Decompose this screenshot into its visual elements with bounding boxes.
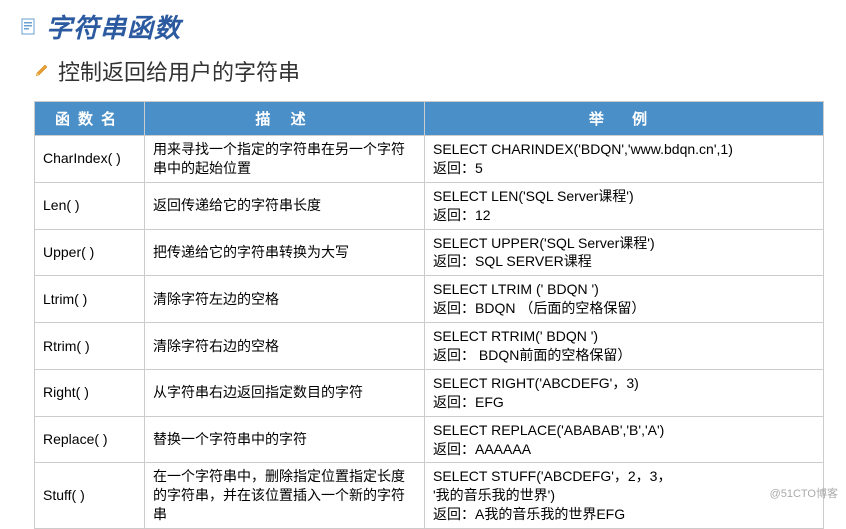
- fn-desc: 从字符串右边返回指定数目的字符: [145, 369, 425, 416]
- table-row: Upper( ) 把传递给它的字符串转换为大写 SELECT UPPER('SQ…: [35, 229, 824, 276]
- table-row: Stuff( ) 在一个字符串中，删除指定位置指定长度的字符串，并在该位置插入一…: [35, 463, 824, 529]
- header-desc: 描 述: [145, 102, 425, 136]
- fn-example: SELECT STUFF('ABCDEFG'，2，3， '我的音乐我的世界') …: [425, 463, 824, 529]
- header-name: 函数名: [35, 102, 145, 136]
- fn-example: SELECT CHARINDEX('BDQN','www.bdqn.cn',1)…: [425, 136, 824, 183]
- table-row: Right( ) 从字符串右边返回指定数目的字符 SELECT RIGHT('A…: [35, 369, 824, 416]
- fn-name: Right( ): [35, 369, 145, 416]
- fn-example: SELECT REPLACE('ABABAB','B','A') 返回：AAAA…: [425, 416, 824, 463]
- fn-name: Replace( ): [35, 416, 145, 463]
- fn-desc: 在一个字符串中，删除指定位置指定长度的字符串，并在该位置插入一个新的字符串: [145, 463, 425, 529]
- document-icon: [20, 18, 38, 36]
- title-row: 字符串函数: [20, 8, 826, 45]
- table-row: Replace( ) 替换一个字符串中的字符 SELECT REPLACE('A…: [35, 416, 824, 463]
- fn-desc: 用来寻找一个指定的字符串在另一个字符串中的起始位置: [145, 136, 425, 183]
- page-title: 字符串函数: [46, 8, 181, 45]
- pencil-icon: [34, 64, 48, 78]
- fn-name: Stuff( ): [35, 463, 145, 529]
- fn-name: Len( ): [35, 182, 145, 229]
- subtitle: 控制返回给用户的字符串: [58, 55, 300, 87]
- table-row: Rtrim( ) 清除字符右边的空格 SELECT RTRIM(' BDQN '…: [35, 323, 824, 370]
- fn-example: SELECT LEN('SQL Server课程') 返回：12: [425, 182, 824, 229]
- fn-example: SELECT LTRIM (' BDQN ') 返回：BDQN （后面的空格保留…: [425, 276, 824, 323]
- fn-example: SELECT UPPER('SQL Server课程') 返回：SQL SERV…: [425, 229, 824, 276]
- table-row: CharIndex( ) 用来寻找一个指定的字符串在另一个字符串中的起始位置 S…: [35, 136, 824, 183]
- watermark: @51CTO博客: [770, 485, 838, 501]
- fn-example: SELECT RIGHT('ABCDEFG'，3) 返回：EFG: [425, 369, 824, 416]
- fn-desc: 清除字符右边的空格: [145, 323, 425, 370]
- subtitle-row: 控制返回给用户的字符串: [34, 55, 826, 87]
- fn-example: SELECT RTRIM(' BDQN ') 返回： BDQN前面的空格保留）: [425, 323, 824, 370]
- functions-table: 函数名 描 述 举 例 CharIndex( ) 用来寻找一个指定的字符串在另一…: [34, 101, 824, 529]
- header-example: 举 例: [425, 102, 824, 136]
- fn-desc: 返回传递给它的字符串长度: [145, 182, 425, 229]
- fn-desc: 把传递给它的字符串转换为大写: [145, 229, 425, 276]
- fn-name: Upper( ): [35, 229, 145, 276]
- fn-name: Rtrim( ): [35, 323, 145, 370]
- table-header-row: 函数名 描 述 举 例: [35, 102, 824, 136]
- fn-name: Ltrim( ): [35, 276, 145, 323]
- table-row: Ltrim( ) 清除字符左边的空格 SELECT LTRIM (' BDQN …: [35, 276, 824, 323]
- fn-desc: 清除字符左边的空格: [145, 276, 425, 323]
- fn-name: CharIndex( ): [35, 136, 145, 183]
- fn-desc: 替换一个字符串中的字符: [145, 416, 425, 463]
- table-row: Len( ) 返回传递给它的字符串长度 SELECT LEN('SQL Serv…: [35, 182, 824, 229]
